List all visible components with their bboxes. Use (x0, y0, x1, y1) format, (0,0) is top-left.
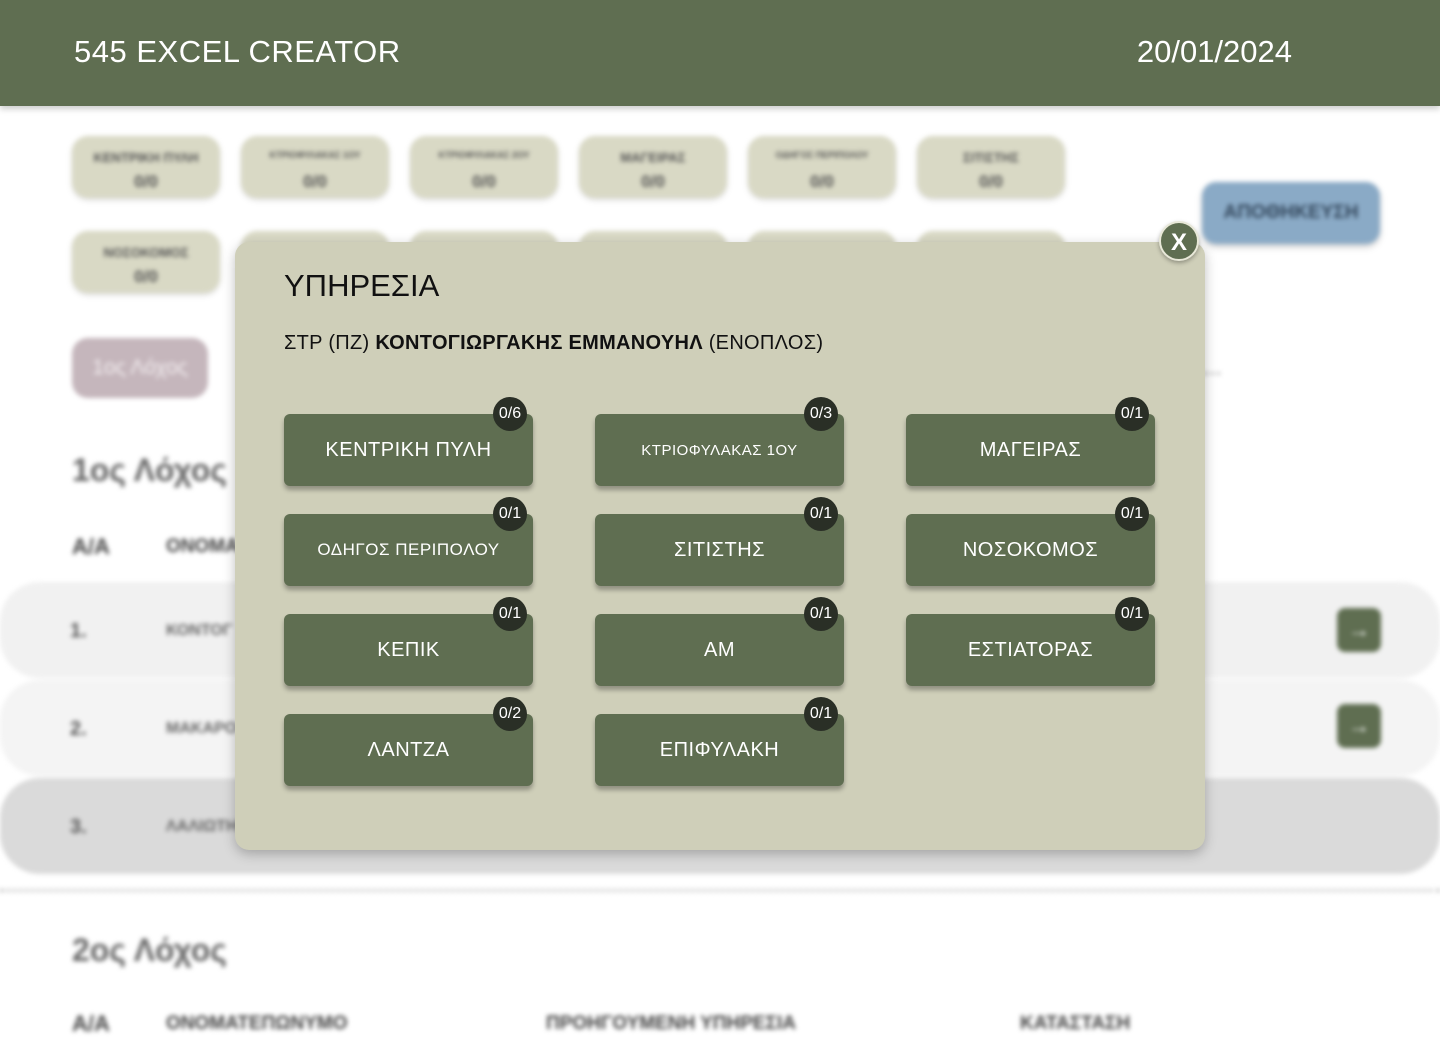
section-heading: 2ος Λόχος (72, 932, 227, 968)
row-name: ΛΑΛΙΩΤΗ (166, 818, 238, 835)
summary-card-mageiras: ΜΑΓΕΙΡΑΣ 0/0 (579, 136, 727, 198)
duty-button-odigos-peripolou[interactable]: ΟΔΗΓΟΣ ΠΕΡΙΠΟΛΟΥ 0/1 (284, 497, 533, 586)
duty-count-badge: 0/1 (493, 497, 527, 531)
duty-label: ΝΟΣΟΚΟΜΟΣ (962, 538, 1099, 561)
section-heading: 1ος Λόχος (72, 452, 227, 488)
summary-card-label: ΟΔΗΓΟΣ ΠΕΡΙΠΟΛΟΥ (775, 150, 869, 160)
summary-card-sitistis: ΣΙΤΙΣΤΗΣ 0/0 (917, 136, 1065, 198)
person-status: (ΕΝΟΠΛΟΣ) (708, 332, 824, 354)
duty-count-badge: 0/3 (804, 397, 838, 431)
duty-count-badge: 0/1 (1115, 597, 1149, 631)
summary-card-count: 0/0 (641, 172, 665, 191)
summary-card-label: ΝΟΣΟΚΟΜΟΣ (103, 245, 189, 260)
duty-button-mageiras[interactable]: ΜΑΓΕΙΡΑΣ 0/1 (906, 397, 1155, 486)
duty-count-badge: 0/6 (493, 397, 527, 431)
summary-card-nosokomos: ΝΟΣΟΚΟΜΟΣ 0/0 (72, 231, 220, 293)
row-number: 3. (70, 816, 87, 838)
summary-card-ktriofylakas-2: ΚΤΡΙΟΦΥΛΑΚΑΣ 2ΟΥ 0/0 (410, 136, 558, 198)
person-name: ΚΟΝΤΟΓΙΩΡΓΑΚΗΣ ΕΜΜΑΝΟΥΗΛ (375, 332, 703, 354)
duty-button-nosokomos[interactable]: ΝΟΣΟΚΟΜΟΣ 0/1 (906, 497, 1155, 586)
duty-label: ΚΕΠΙΚ (377, 638, 440, 661)
duty-label: ΛΑΝΤΖΑ (367, 738, 450, 761)
summary-card-label: ΜΑΓΕΙΡΑΣ (620, 150, 686, 165)
modal-person: ΣΤΡ (ΠΖ) ΚΟΝΤΟΓΙΩΡΓΑΚΗΣ ΕΜΜΑΝΟΥΗΛ (ΕΝΟΠΛ… (284, 332, 823, 355)
duty-button-epifylaki[interactable]: ΕΠΙΦΥΛΑΚΗ 0/1 (595, 697, 844, 786)
modal-title: ΥΠΗΡΕΣΙΑ (284, 268, 440, 303)
duty-button-estiatoras[interactable]: ΕΣΤΙΑΤΟΡΑΣ 0/1 (906, 597, 1155, 686)
summary-card-count: 0/0 (134, 172, 158, 191)
duty-modal: ΥΠΗΡΕΣΙΑ ΣΤΡ (ΠΖ) ΚΟΝΤΟΓΙΩΡΓΑΚΗΣ ΕΜΜΑΝΟΥ… (235, 242, 1205, 850)
summary-card-label: ΚΤΡΙΟΦΥΛΑΚΑΣ 1ΟΥ (269, 150, 361, 160)
duty-count-badge: 0/1 (1115, 497, 1149, 531)
person-rank: ΣΤΡ (ΠΖ) (284, 332, 370, 354)
tab-company-1[interactable]: 1ος Λόχος (72, 338, 208, 398)
row-name: ΜΑΚΑΡΟ (166, 720, 238, 737)
column-header-status: ΚΑΤΑΣΤΑΣΗ (1020, 1013, 1131, 1034)
duty-label: ΟΔΗΓΟΣ ΠΕΡΙΠΟΛΟΥ (317, 540, 500, 559)
summary-card-label: ΚΤΡΙΟΦΥΛΑΚΑΣ 2ΟΥ (438, 150, 530, 160)
duty-count-badge: 0/1 (804, 597, 838, 631)
header-date: 20/01/2024 (1136, 34, 1292, 69)
duty-count-badge: 0/1 (1115, 397, 1149, 431)
column-header-previous-duty: ΠΡΟΗΓΟΥΜΕΝΗ ΥΠΗΡΕΣΙΑ (546, 1013, 796, 1034)
section-divider (0, 889, 1440, 892)
duty-button-am[interactable]: ΑΜ 0/1 (595, 597, 844, 686)
duty-button-lantza[interactable]: ΛΑΝΤΖΑ 0/2 (284, 697, 533, 786)
summary-card-label: ΚΕΝΤΡΙΚΗ ΠΥΛΗ (93, 150, 199, 165)
duty-button-kentriki-pyli[interactable]: ΚΕΝΤΡΙΚΗ ΠΥΛΗ 0/6 (284, 397, 533, 486)
summary-card-count: 0/0 (810, 172, 834, 191)
duty-label: ΑΜ (704, 638, 735, 661)
summary-card-count: 0/0 (303, 172, 327, 191)
duty-button-sitistis[interactable]: ΣΙΤΙΣΤΗΣ 0/1 (595, 497, 844, 586)
summary-card-kentriki-pyli: ΚΕΝΤΡΙΚΗ ΠΥΛΗ 0/0 (72, 136, 220, 198)
row-number: 1. (70, 620, 87, 642)
column-header-name: ΟΝΟΜΑΤΕΠΩΝΥΜΟ (166, 1013, 348, 1034)
duty-count-badge: 0/1 (493, 597, 527, 631)
duty-button-ktriofylakas-1[interactable]: ΚΤΡΙΟΦΥΛΑΚΑΣ 1ΟΥ 0/3 (595, 397, 844, 486)
summary-card-count: 0/0 (472, 172, 496, 191)
arrow-right-icon[interactable]: → (1337, 608, 1381, 652)
duty-count-badge: 0/2 (493, 697, 527, 731)
summary-card-count: 0/0 (979, 172, 1003, 191)
save-button[interactable]: ΑΠΟΘΗΚΕΥΣΗ (1202, 182, 1380, 244)
summary-card-odigos: ΟΔΗΓΟΣ ΠΕΡΙΠΟΛΟΥ 0/0 (748, 136, 896, 198)
summary-card-ktriofylakas-1: ΚΤΡΙΟΦΥΛΑΚΑΣ 1ΟΥ 0/0 (241, 136, 389, 198)
row-name: ΚΟΝΤΟΓ (166, 622, 233, 639)
row-number: 2. (70, 718, 87, 740)
arrow-right-icon[interactable]: → (1337, 704, 1381, 748)
app-title: 545 EXCEL CREATOR (74, 34, 401, 69)
duty-count-badge: 0/1 (804, 497, 838, 531)
column-header-aa: Α/Α (72, 1011, 110, 1036)
summary-card-label: ΣΙΤΙΣΤΗΣ (963, 150, 1019, 165)
duty-label: ΣΙΤΙΣΤΗΣ (673, 538, 766, 561)
duty-button-kepik[interactable]: ΚΕΠΙΚ 0/1 (284, 597, 533, 686)
duty-label: ΕΣΤΙΑΤΟΡΑΣ (967, 638, 1094, 661)
duty-count-badge: 0/1 (804, 697, 838, 731)
duty-label: ΚΕΝΤΡΙΚΗ ΠΥΛΗ (325, 438, 492, 461)
close-icon[interactable]: X (1159, 221, 1199, 261)
duty-label: ΜΑΓΕΙΡΑΣ (979, 438, 1082, 461)
duty-label: ΕΠΙΦΥΛΑΚΗ (659, 738, 780, 761)
app-header: 545 EXCEL CREATOR 20/01/2024 (0, 0, 1440, 106)
column-header-aa: Α/Α (72, 534, 110, 559)
column-header-name: ΟΝΟΜΑ (166, 536, 239, 557)
summary-card-count: 0/0 (134, 267, 158, 286)
duty-label: ΚΤΡΙΟΦΥΛΑΚΑΣ 1ΟΥ (641, 441, 798, 459)
